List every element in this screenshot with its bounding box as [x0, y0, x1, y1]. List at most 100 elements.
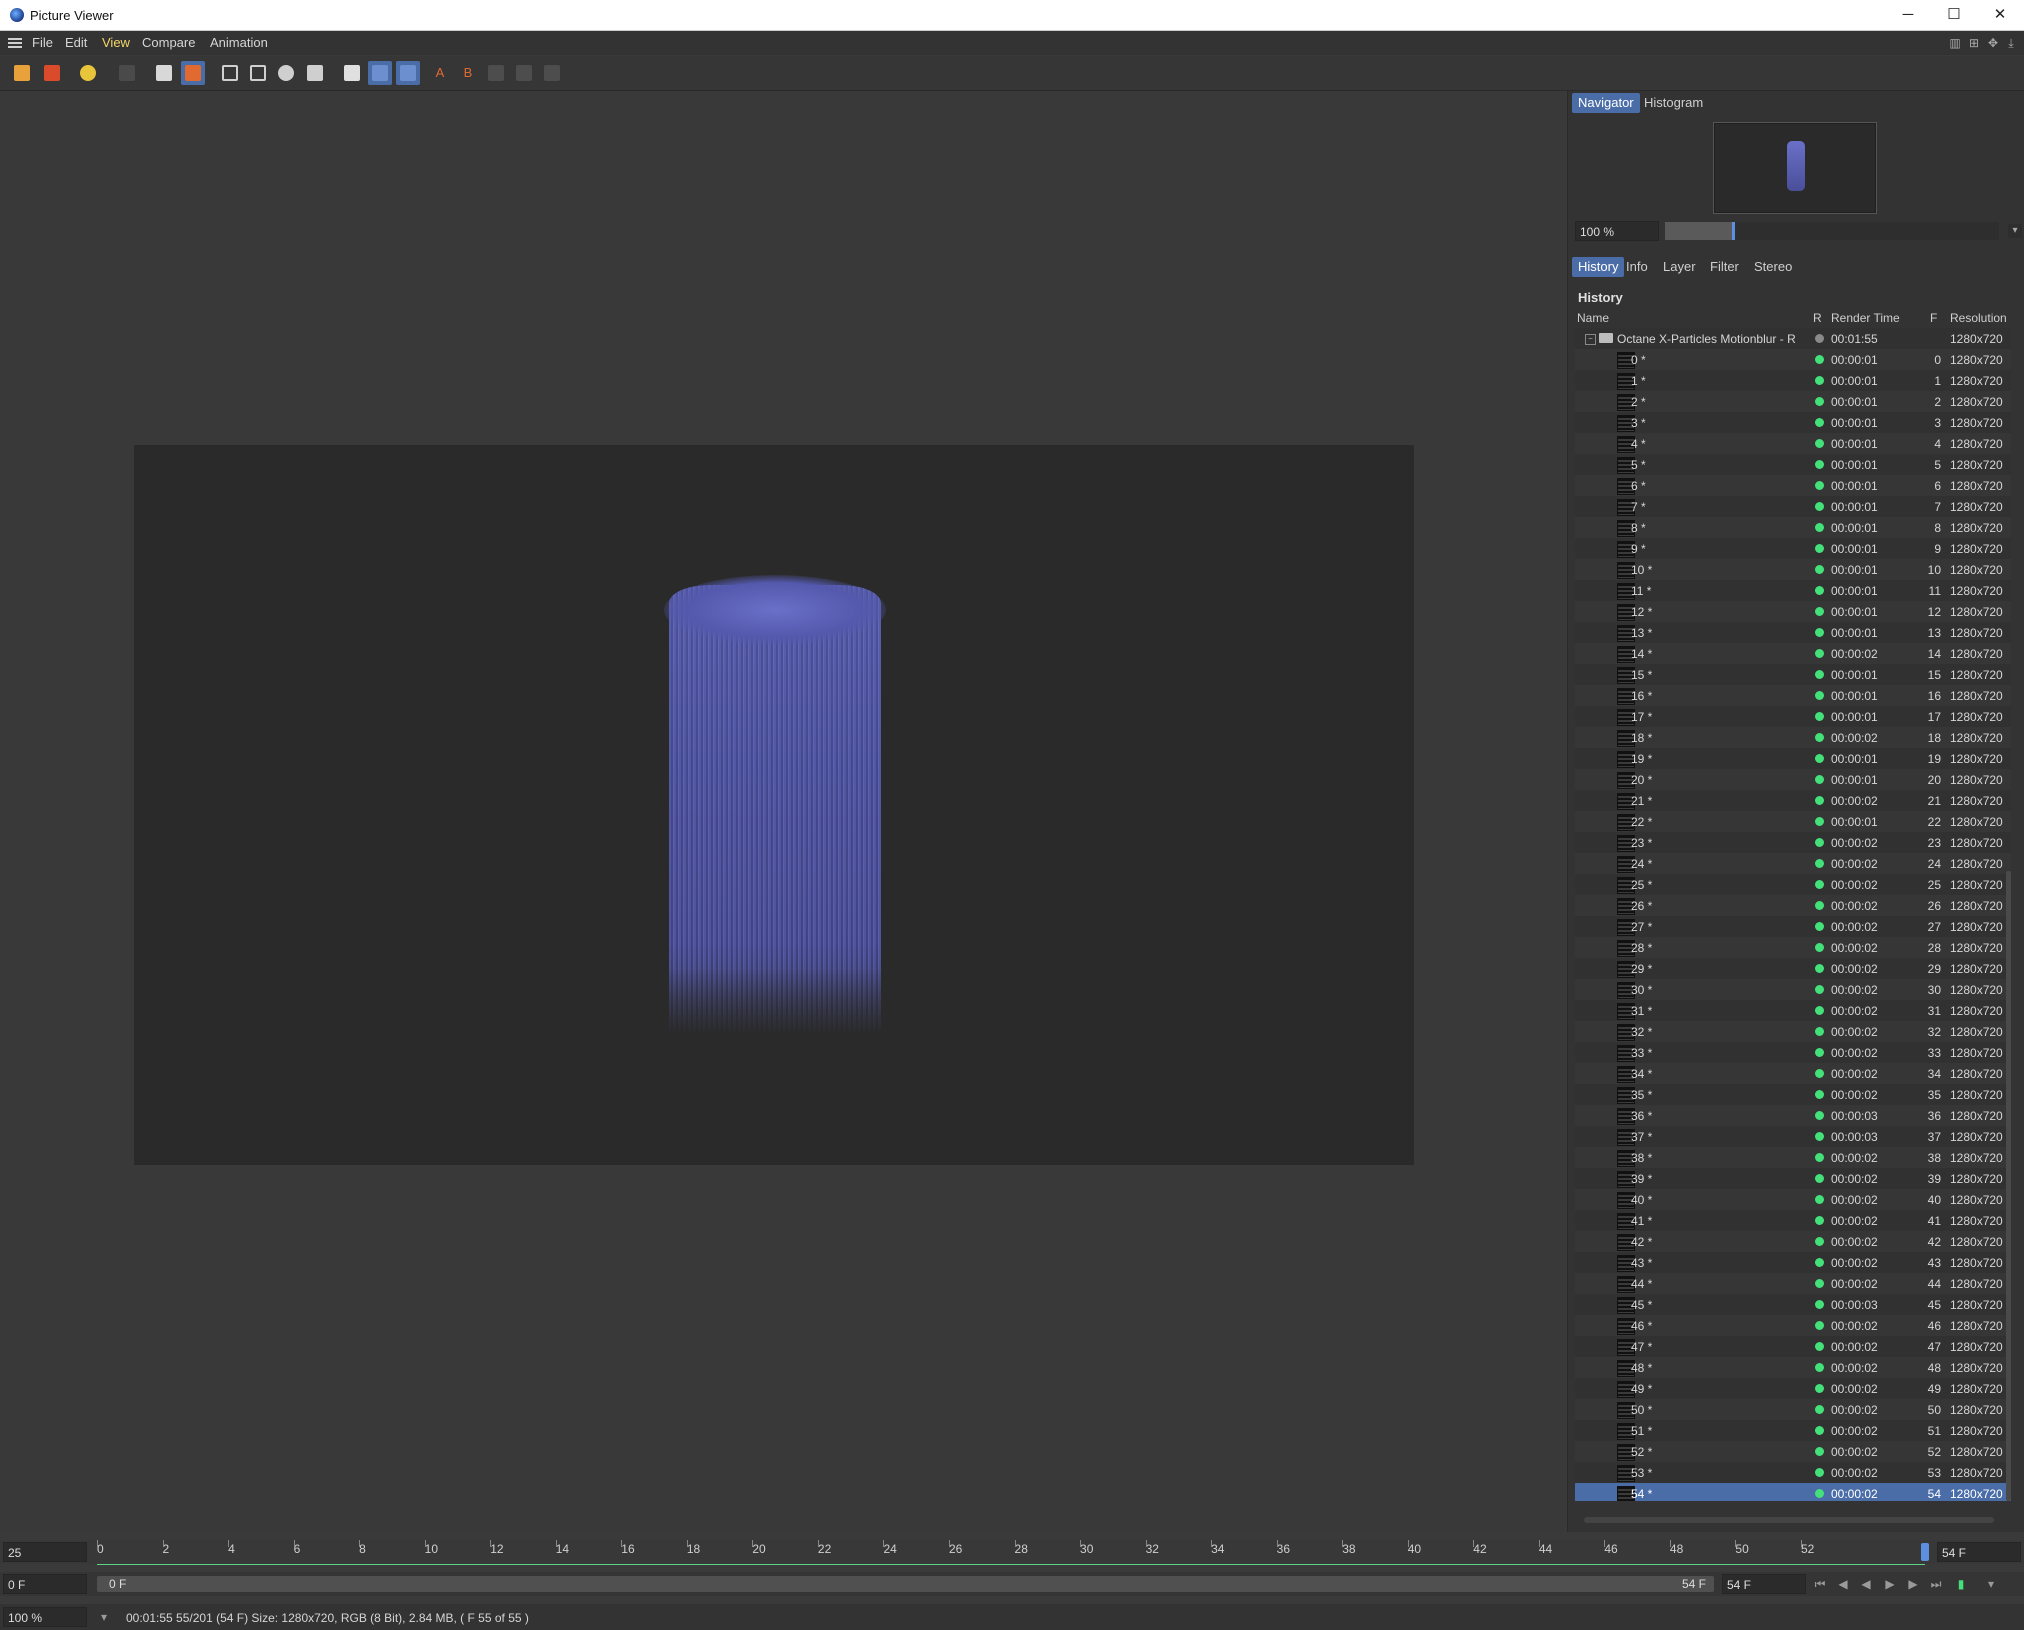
history-row[interactable]: 41 * 00:00:02 41 1280x720	[1575, 1210, 2011, 1231]
history-row[interactable]: 29 * 00:00:02 29 1280x720	[1575, 958, 2011, 979]
hamburger-icon[interactable]	[8, 36, 22, 50]
navigator-zoom-field[interactable]: 100 %	[1575, 221, 1659, 241]
collapse-icon[interactable]: −	[1585, 334, 1596, 345]
set-a-icon[interactable]: A	[428, 61, 452, 85]
split-icon[interactable]	[340, 61, 364, 85]
go-to-end-icon[interactable]: ⏭	[1928, 1576, 1944, 1592]
history-row[interactable]: 25 * 00:00:02 25 1280x720	[1575, 874, 2011, 895]
history-row[interactable]: 15 * 00:00:01 15 1280x720	[1575, 664, 2011, 685]
save-icon[interactable]	[40, 61, 64, 85]
history-row[interactable]: 51 * 00:00:02 51 1280x720	[1575, 1420, 2011, 1441]
history-row[interactable]: 14 * 00:00:02 14 1280x720	[1575, 643, 2011, 664]
tab-histogram[interactable]: Histogram	[1638, 93, 1709, 113]
history-row[interactable]: 42 * 00:00:02 42 1280x720	[1575, 1231, 2011, 1252]
minimize-button[interactable]: ─	[1885, 0, 1931, 30]
tab-stereo[interactable]: Stereo	[1748, 257, 1798, 277]
go-to-start-icon[interactable]: ⏮	[1812, 1576, 1828, 1592]
history-horizontal-scrollbar[interactable]	[1584, 1517, 1994, 1523]
set-b-icon[interactable]: B	[456, 61, 480, 85]
history-row[interactable]: 7 * 00:00:01 7 1280x720	[1575, 496, 2011, 517]
timeline-ruler[interactable]: 0 2 4 6 8 10 12 14 16 18 20 22 24 26 28 30 32 34 36 38 40 42 4…	[97, 1540, 1925, 1565]
history-vertical-scrollbar[interactable]	[2006, 871, 2011, 1501]
history-row[interactable]: 22 * 00:00:01 22 1280x720	[1575, 811, 2011, 832]
navigator-thumbnail[interactable]	[1714, 123, 1876, 213]
col-render-time[interactable]: Render Time	[1831, 311, 1900, 325]
open-icon[interactable]	[10, 61, 34, 85]
menu-file[interactable]: File	[32, 35, 53, 50]
loop-icon[interactable]: ▮	[1953, 1576, 1969, 1592]
history-row[interactable]: 53 * 00:00:02 53 1280x720	[1575, 1462, 2011, 1483]
timeline-playhead[interactable]	[1921, 1543, 1929, 1561]
view-double-icon[interactable]	[246, 61, 270, 85]
history-row[interactable]: 13 * 00:00:01 13 1280x720	[1575, 622, 2011, 643]
history-row[interactable]: 24 * 00:00:02 24 1280x720	[1575, 853, 2011, 874]
end-frame-field[interactable]: 54 F	[1937, 1542, 2021, 1562]
chevron-down-icon[interactable]: ▾	[2008, 224, 2022, 238]
history-row[interactable]: 32 * 00:00:02 32 1280x720	[1575, 1021, 2011, 1042]
history-row[interactable]: 34 * 00:00:02 34 1280x720	[1575, 1063, 2011, 1084]
history-row[interactable]: 31 * 00:00:02 31 1280x720	[1575, 1000, 2011, 1021]
history-list[interactable]: − Octane X-Particles Motionblur - R 00:0…	[1575, 328, 2011, 1501]
status-zoom-field[interactable]: 100 %	[3, 1607, 87, 1627]
history-row[interactable]: 47 * 00:00:02 47 1280x720	[1575, 1336, 2011, 1357]
layer-stack-icon[interactable]	[181, 61, 205, 85]
history-row[interactable]: 20 * 00:00:01 20 1280x720	[1575, 769, 2011, 790]
menu-compare[interactable]: Compare	[142, 35, 195, 50]
tab-filter[interactable]: Filter	[1704, 257, 1745, 277]
transport-options-icon[interactable]: ▾	[1983, 1576, 1999, 1592]
chevron-down-icon[interactable]: ▾	[96, 1609, 112, 1625]
zoom-slider-knob[interactable]	[1731, 222, 1735, 240]
max-frame-field[interactable]: 54 F	[1722, 1574, 1806, 1594]
history-row[interactable]: 40 * 00:00:02 40 1280x720	[1575, 1189, 2011, 1210]
history-row[interactable]: 12 * 00:00:01 12 1280x720	[1575, 601, 2011, 622]
render-settings-icon[interactable]	[76, 61, 100, 85]
history-row[interactable]: 16 * 00:00:01 16 1280x720	[1575, 685, 2011, 706]
menu-view[interactable]: View	[102, 35, 130, 50]
history-row[interactable]: 52 * 00:00:02 52 1280x720	[1575, 1441, 2011, 1462]
current-frame-field[interactable]: 0 F	[3, 1574, 87, 1594]
pin-icon[interactable]: ⤓	[2004, 36, 2018, 50]
history-row[interactable]: 23 * 00:00:02 23 1280x720	[1575, 832, 2011, 853]
col-r[interactable]: R	[1813, 311, 1822, 325]
history-row[interactable]: 35 * 00:00:02 35 1280x720	[1575, 1084, 2011, 1105]
history-row[interactable]: 33 * 00:00:02 33 1280x720	[1575, 1042, 2011, 1063]
swap-icon[interactable]	[484, 61, 508, 85]
col-resolution[interactable]: Resolution	[1950, 311, 2007, 325]
history-row[interactable]: 6 * 00:00:01 6 1280x720	[1575, 475, 2011, 496]
export-icon[interactable]	[152, 61, 176, 85]
col-f[interactable]: F	[1930, 311, 1937, 325]
history-row[interactable]: 11 * 00:00:01 11 1280x720	[1575, 580, 2011, 601]
history-row[interactable]: 17 * 00:00:01 17 1280x720	[1575, 706, 2011, 727]
col-name[interactable]: Name	[1577, 311, 1609, 325]
history-row[interactable]: 37 * 00:00:03 37 1280x720	[1575, 1126, 2011, 1147]
history-row[interactable]: 45 * 00:00:03 45 1280x720	[1575, 1294, 2011, 1315]
layout-icon[interactable]: ▥	[1948, 36, 1962, 50]
view-single-icon[interactable]	[218, 61, 242, 85]
disabled-icon[interactable]	[115, 61, 139, 85]
history-row[interactable]: 21 * 00:00:02 21 1280x720	[1575, 790, 2011, 811]
view-edit-icon[interactable]	[303, 61, 327, 85]
history-row[interactable]: 43 * 00:00:02 43 1280x720	[1575, 1252, 2011, 1273]
history-group-row[interactable]: − Octane X-Particles Motionblur - R 00:0…	[1575, 328, 2011, 349]
history-row[interactable]: 2 * 00:00:01 2 1280x720	[1575, 391, 2011, 412]
move-icon[interactable]: ✥	[1986, 36, 2000, 50]
tab-info[interactable]: Info	[1620, 257, 1654, 277]
history-row[interactable]: 9 * 00:00:01 9 1280x720	[1575, 538, 2011, 559]
play-icon[interactable]: ▶	[1882, 1576, 1898, 1592]
play-backward-icon[interactable]: ◀	[1858, 1576, 1874, 1592]
navigator-zoom-slider[interactable]	[1665, 222, 1999, 240]
history-row[interactable]: 48 * 00:00:02 48 1280x720	[1575, 1357, 2011, 1378]
history-row[interactable]: 10 * 00:00:01 10 1280x720	[1575, 559, 2011, 580]
history-row[interactable]: 26 * 00:00:02 26 1280x720	[1575, 895, 2011, 916]
history-row[interactable]: 18 * 00:00:02 18 1280x720	[1575, 727, 2011, 748]
history-row[interactable]: 3 * 00:00:01 3 1280x720	[1575, 412, 2011, 433]
step-back-icon[interactable]: ◀	[1835, 1576, 1851, 1592]
menu-animation[interactable]: Animation	[210, 35, 268, 50]
compare-full-icon[interactable]	[396, 61, 420, 85]
compare-grid-icon[interactable]	[368, 61, 392, 85]
tab-history[interactable]: History	[1572, 257, 1625, 277]
history-row[interactable]: 36 * 00:00:03 36 1280x720	[1575, 1105, 2011, 1126]
history-row[interactable]: 44 * 00:00:02 44 1280x720	[1575, 1273, 2011, 1294]
menu-edit[interactable]: Edit	[65, 35, 87, 50]
history-row[interactable]: 50 * 00:00:02 50 1280x720	[1575, 1399, 2011, 1420]
